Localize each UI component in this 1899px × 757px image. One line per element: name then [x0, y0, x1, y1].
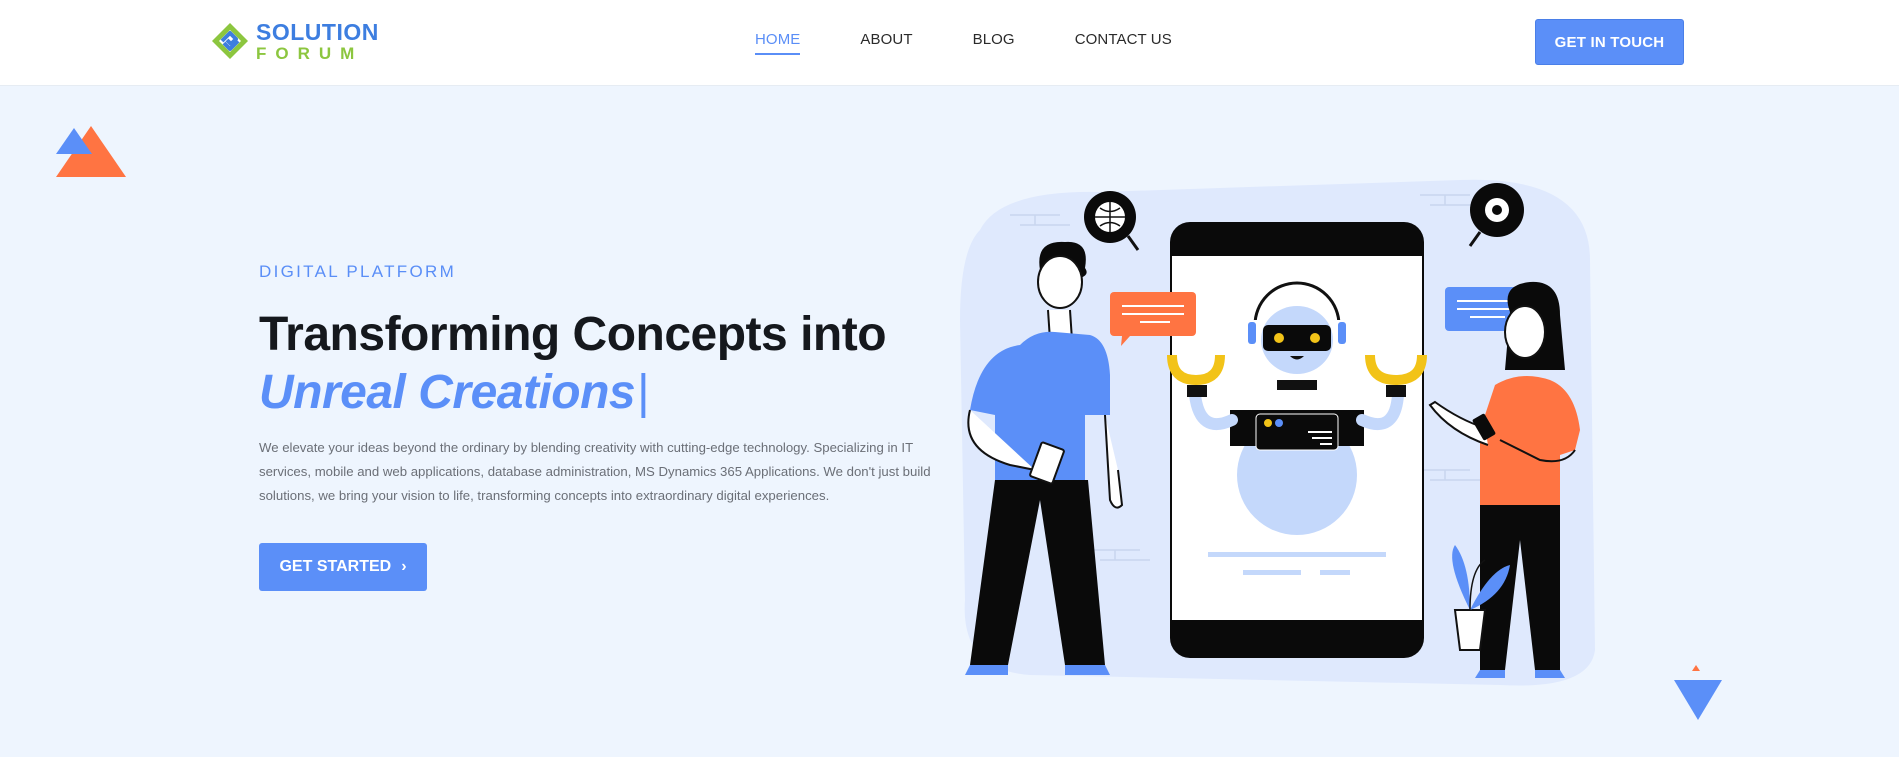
robot-phone-illustration [960, 179, 1595, 686]
get-started-button[interactable]: GET STARTED › [259, 543, 427, 591]
typing-cursor: | [637, 366, 650, 419]
nav-item-about[interactable]: ABOUT [860, 31, 912, 55]
hero-headline-accent: Unreal Creations| [259, 364, 939, 422]
triangles-icon [1674, 665, 1722, 720]
get-in-touch-button[interactable]: GET IN TOUCH [1535, 19, 1684, 65]
phone-illustration [1167, 222, 1427, 658]
logo-line1: SOLUTION [256, 18, 379, 45]
hero-headline-line1: Transforming Concepts into [259, 308, 887, 361]
nav-item-blog[interactable]: BLOG [973, 31, 1015, 55]
site-logo[interactable]: SOLUTION FORUM [210, 20, 379, 62]
site-header: SOLUTION FORUM HOME ABOUT BLOG CONTACT U… [0, 0, 1899, 86]
logo-text: SOLUTION FORUM [256, 18, 379, 63]
hero-eyebrow: DIGITAL PLATFORM [259, 262, 457, 281]
get-started-label: GET STARTED [279, 558, 392, 575]
main-nav: HOME ABOUT BLOG CONTACT US [755, 31, 1232, 55]
nav-item-home[interactable]: HOME [755, 31, 801, 55]
nav-item-contact[interactable]: CONTACT US [1075, 31, 1172, 55]
chevron-right-icon: › [401, 558, 407, 575]
logo-line2: FORUM [256, 43, 364, 63]
hero-headline-line2: Unreal Creations [259, 366, 636, 419]
triangles-icon [56, 126, 126, 177]
hero-section: DIGITAL PLATFORM Transforming Concepts i… [259, 262, 939, 508]
hero-description: We elevate your ideas beyond the ordinar… [259, 440, 931, 503]
hero-headline: Transforming Concepts into Unreal Creati… [259, 306, 939, 422]
solution-forum-logo-mark-icon [212, 23, 248, 59]
